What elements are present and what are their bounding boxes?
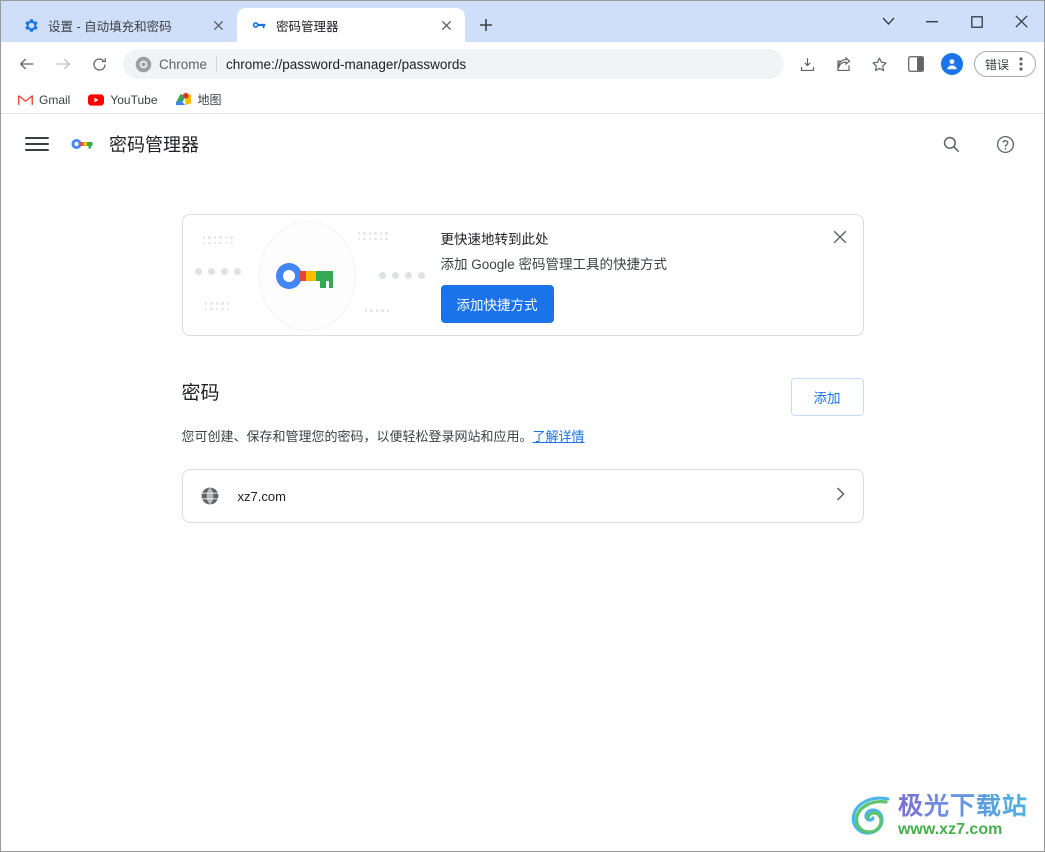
add-shortcut-button[interactable]: 添加快捷方式 [440, 284, 554, 323]
promo-subtext: 添加 Google 密码管理工具的快捷方式 [440, 256, 668, 272]
chrome-logo-icon [135, 56, 152, 73]
chevron-right-icon[interactable] [836, 486, 845, 506]
avatar [940, 53, 963, 75]
tab-strip: 设置 - 自动填充和密码 密码管理器 [1, 1, 1044, 42]
side-panel-icon[interactable] [901, 49, 931, 79]
watermark-url: www.xz7.com [897, 821, 1003, 838]
password-manager-header: 密码管理器 [1, 114, 1044, 174]
list-item[interactable]: xz7.com [183, 470, 863, 522]
decorative-dots [202, 236, 233, 244]
maximize-button[interactable] [954, 6, 999, 38]
key-icon [251, 17, 267, 33]
omnibox-separator [216, 56, 218, 72]
bookmarks-bar: Gmail YouTube 地图 [1, 86, 1044, 114]
address-bar[interactable]: Chrome chrome://password-manager/passwor… [123, 49, 784, 79]
share-icon[interactable] [829, 49, 859, 79]
main-content: 更快速地转到此处 添加 Google 密码管理工具的快捷方式 添加快捷方式 密码… [181, 174, 864, 523]
new-tab-button[interactable] [471, 10, 501, 40]
back-button[interactable] [12, 49, 42, 79]
google-key-illustration [183, 214, 435, 336]
passwords-section-header: 密码 添加 [182, 378, 864, 416]
globe-icon [200, 486, 220, 506]
bookmark-label: 地图 [197, 93, 222, 107]
profile-avatar[interactable] [937, 49, 967, 79]
password-list: xz7.com [181, 469, 864, 523]
minimize-button[interactable] [909, 6, 954, 38]
promo-text-block: 更快速地转到此处 添加 Google 密码管理工具的快捷方式 添加快捷方式 [435, 228, 863, 323]
decorative-dots [378, 272, 425, 279]
reload-button[interactable] [84, 49, 114, 79]
bookmark-maps[interactable]: 地图 [168, 89, 230, 111]
bookmark-label: Gmail [39, 92, 71, 107]
settings-gear-icon [23, 17, 39, 33]
shortcut-promo-card: 更快速地转到此处 添加 Google 密码管理工具的快捷方式 添加快捷方式 [181, 214, 864, 336]
page-content: 密码管理器 更快速地转到此处 添加 Google 密码管理工具的快捷方式 添加快… [1, 114, 1044, 851]
forward-button[interactable] [48, 49, 78, 79]
decorative-dots [357, 232, 388, 240]
close-icon[interactable] [827, 224, 853, 250]
close-button[interactable] [999, 6, 1044, 38]
download-icon[interactable] [793, 49, 823, 79]
page-title: 密码管理器 [109, 135, 199, 155]
tab-title: 密码管理器 [276, 19, 339, 34]
section-title: 密码 [181, 383, 220, 404]
tab-title: 设置 - 自动填充和密码 [48, 19, 172, 34]
section-description-text: 您可创建、保存和管理您的密码，以便轻松登录网站和应用。 [181, 429, 533, 444]
youtube-icon [88, 92, 105, 108]
promo-headline: 更快速地转到此处 [440, 231, 549, 247]
watermark-title: 极光下载站 [897, 792, 1028, 820]
window-controls [867, 1, 1044, 42]
browser-toolbar: Chrome chrome://password-manager/passwor… [1, 42, 1044, 86]
decorative-dots [364, 309, 389, 312]
tab-password-manager[interactable]: 密码管理器 [237, 8, 465, 42]
error-pill[interactable]: 错误 [973, 51, 1036, 77]
tab-close-button[interactable] [209, 16, 227, 34]
bookmark-youtube[interactable]: YouTube [80, 89, 165, 111]
omnibox-site-label: Chrome [159, 56, 208, 72]
aurora-swoosh-logo-icon [848, 793, 894, 839]
error-pill-label: 错误 [984, 57, 1009, 72]
hamburger-menu-icon[interactable] [25, 132, 49, 156]
search-icon[interactable] [934, 127, 968, 161]
tab-close-button[interactable] [437, 16, 455, 34]
watermark-texts: 极光下载站 www.xz7.com [898, 794, 1028, 838]
tab-settings[interactable]: 设置 - 自动填充和密码 [9, 8, 237, 42]
help-circle-icon[interactable] [988, 127, 1022, 161]
three-dot-menu[interactable] [1011, 54, 1031, 74]
omnibox-url-text: chrome://password-manager/passwords [226, 56, 467, 72]
google-password-manager-key-logo [69, 131, 95, 157]
section-description: 您可创建、保存和管理您的密码，以便轻松登录网站和应用。了解详情 [182, 426, 864, 445]
password-entry-site: xz7.com [237, 488, 286, 504]
bookmark-label: YouTube [110, 92, 158, 107]
decorative-dots [204, 302, 229, 310]
maps-icon [176, 92, 192, 108]
tab-search-button[interactable] [867, 6, 909, 38]
gmail-icon [17, 92, 33, 108]
add-password-button[interactable]: 添加 [790, 378, 864, 416]
star-icon[interactable] [865, 49, 895, 79]
learn-more-link[interactable]: 了解详情 [533, 429, 585, 444]
bookmark-gmail[interactable]: Gmail [9, 89, 78, 111]
site-watermark: 极光下载站 www.xz7.com [848, 793, 1028, 839]
key-graphic [275, 262, 341, 295]
browser-window: 设置 - 自动填充和密码 密码管理器 Chrome chrome://passw… [0, 0, 1045, 852]
decorative-dots [194, 268, 241, 275]
